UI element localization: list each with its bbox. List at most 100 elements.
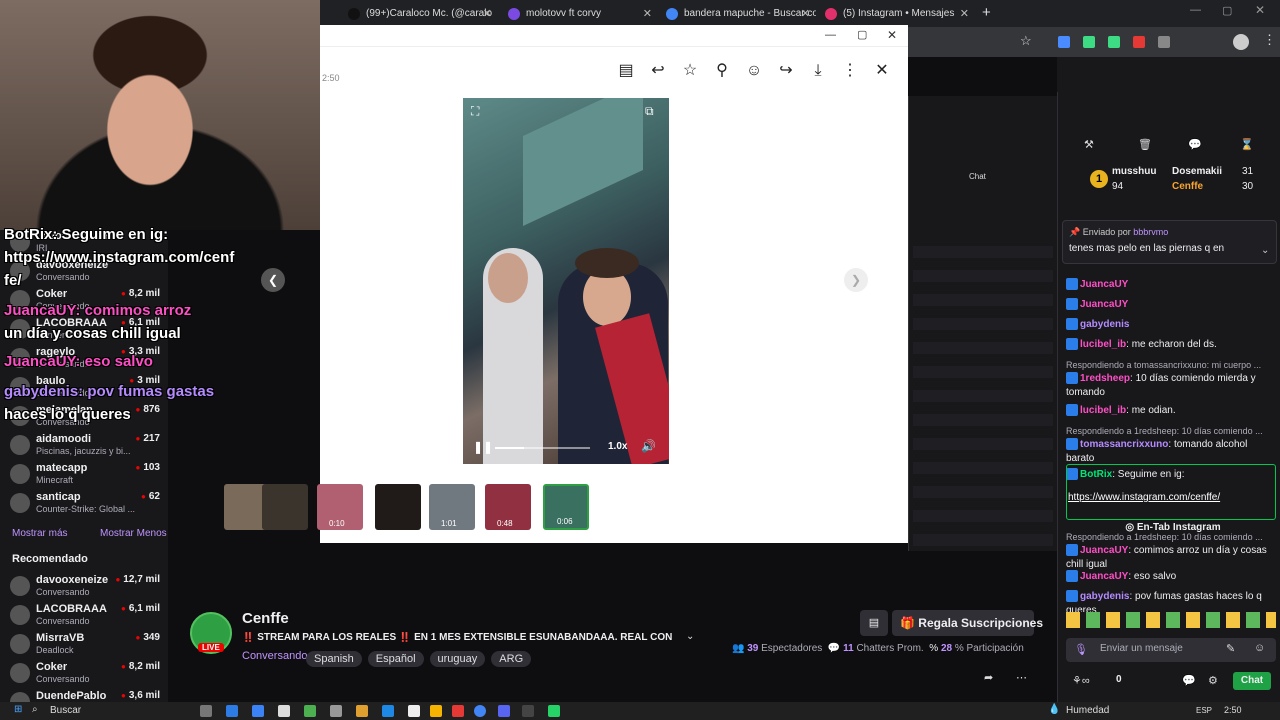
star-icon[interactable]: ☆ (1020, 33, 1032, 49)
settings-icon[interactable]: ⚙ (1208, 674, 1218, 687)
chat-message[interactable]: JuancaUY (1066, 278, 1276, 292)
volume-icon[interactable]: 🔊 (641, 439, 656, 453)
sidebar-channel[interactable]: santicapCounter-Strike: Global ... 62 (0, 489, 168, 518)
app-icon[interactable] (278, 705, 290, 717)
chat-message[interactable]: lucibel_ib: me odian. (1066, 404, 1276, 418)
hammer-icon[interactable]: ⚒ (1084, 138, 1094, 151)
app-icon[interactable] (522, 705, 534, 717)
new-tab-button[interactable]: + (982, 4, 991, 21)
media-thumbnail[interactable] (262, 484, 308, 530)
taskbar-search[interactable]: Buscar (50, 705, 81, 716)
gift-subscriptions-button[interactable]: 🎁 Regala Suscripciones (892, 610, 1043, 636)
extension-icon[interactable] (1108, 36, 1120, 48)
fullscreen-icon[interactable]: ⛶ (471, 104, 479, 119)
stream-category[interactable]: Conversando (242, 650, 307, 662)
reply-icon[interactable]: ↩ (648, 61, 668, 81)
chat-bubble-icon[interactable]: 💬 (1188, 138, 1202, 151)
chat-message[interactable]: 1redsheep: 10 días comiendo mierda y tom… (1066, 372, 1276, 400)
channel-points-icon[interactable]: ⚘∞ (1072, 674, 1090, 687)
clock[interactable]: 2:50 (1224, 705, 1242, 715)
search-icon[interactable]: ⌕ (32, 704, 38, 715)
app-icon[interactable] (452, 705, 464, 717)
next-media-button[interactable]: ❯ (844, 268, 868, 292)
playback-speed[interactable]: 1.0x (608, 441, 627, 452)
share-icon[interactable]: ➦ (984, 671, 993, 684)
weather-label[interactable]: Humedad (1066, 705, 1109, 716)
close-tab-icon[interactable]: ✕ (643, 3, 652, 25)
browser-icon[interactable] (252, 705, 264, 717)
browser-tab[interactable]: (99+)Caraloco Mc. (@caralo ✕ (340, 3, 498, 25)
chat-username[interactable]: gabydenis (1080, 319, 1129, 330)
kebab-menu-icon[interactable]: ⋮ (1263, 32, 1276, 48)
emoji-icon[interactable]: ☺ (744, 61, 764, 81)
trash-icon[interactable]: 🗑 (1138, 138, 1152, 151)
en-tab-instagram-button[interactable]: ◎ En-Tab Instagram (1088, 514, 1258, 542)
video-player[interactable]: ⛶ ⧉ ❚❚ 1.0x 🔊 (463, 98, 669, 464)
sidebar-channel[interactable]: LACOBRAAAConversando 6,1 mil (0, 601, 168, 630)
close-tab-icon[interactable]: ✕ (801, 3, 810, 25)
close-window-button[interactable]: ✕ (1255, 3, 1265, 17)
chat-username[interactable]: lucibel_ib (1080, 405, 1126, 416)
chat-username[interactable]: JuancaUY (1080, 299, 1128, 310)
chat-username[interactable]: JuancaUY (1080, 571, 1128, 582)
caption-icon[interactable]: ▤ (616, 61, 636, 81)
channel-name[interactable]: Cenffe (242, 610, 289, 627)
chat-message[interactable]: lucibel_ib: me echaron del ds. (1066, 338, 1276, 352)
app-icon[interactable] (226, 705, 238, 717)
previous-media-button[interactable]: ❮ (261, 268, 285, 292)
chat-username[interactable]: lucibel_ib (1080, 339, 1126, 350)
app-icon[interactable] (382, 705, 394, 717)
extension-icon[interactable] (1058, 36, 1070, 48)
media-thumbnail[interactable]: 0:06 (543, 484, 589, 530)
star-icon[interactable]: ☆ (680, 61, 700, 81)
progress-bar[interactable] (495, 447, 590, 449)
picture-in-picture-icon[interactable]: ⧉ (645, 104, 654, 119)
close-tab-icon[interactable]: ✕ (483, 3, 492, 25)
emote-row[interactable] (1066, 612, 1276, 628)
close-popup-button[interactable]: ✕ (887, 28, 897, 42)
pin-icon[interactable]: ⚲ (712, 61, 732, 81)
windows-start-icon[interactable]: ⊞ (14, 704, 22, 715)
chat-username[interactable]: gabydenis (1080, 591, 1129, 602)
profile-avatar[interactable] (1233, 34, 1249, 50)
pinned-message[interactable]: 📌 Enviado por bbbrvmo tenes mas pelo en … (1062, 220, 1277, 264)
show-less-link[interactable]: Mostrar Menos (100, 528, 167, 539)
more-options-icon[interactable]: ⋮ (840, 61, 860, 81)
chat-message[interactable]: JuancaUY (1066, 298, 1276, 312)
extension-icon[interactable] (1083, 36, 1095, 48)
media-thumbnail[interactable]: 0:48 (485, 484, 531, 530)
sidebar-channel[interactable]: matecappMinecraft 103 (0, 460, 168, 489)
close-viewer-icon[interactable]: ✕ (872, 61, 892, 81)
sidebar-channel[interactable]: CokerConversando 8,2 mil (0, 659, 168, 688)
sidebar-channel[interactable]: aidamoodiPiscinas, jacuzzis y bi... 217 (0, 431, 168, 460)
sidebar-channel[interactable]: davooxeneizeConversando 12,7 mil (0, 572, 168, 601)
browser-tab[interactable]: bandera mapuche - Buscar con ✕ (658, 3, 816, 25)
browser-tab[interactable]: (5) Instagram • Mensajes ✕ (817, 3, 975, 25)
chat-username[interactable]: JuancaUY (1080, 545, 1128, 556)
media-thumbnail[interactable]: 0:10 (317, 484, 363, 530)
close-tab-icon[interactable]: ✕ (960, 3, 969, 25)
chat-message[interactable]: gabydenis (1066, 318, 1276, 332)
app-icon[interactable] (304, 705, 316, 717)
app-icon[interactable] (330, 705, 342, 717)
chat-username[interactable]: tomassancrixxuno (1080, 439, 1168, 450)
maximize-popup-button[interactable]: ▢ (857, 28, 867, 41)
whatsapp-icon[interactable] (548, 705, 560, 717)
minimize-window-button[interactable]: — (1190, 4, 1201, 16)
stream-tag[interactable]: uruguay (429, 651, 486, 667)
discord-icon[interactable] (498, 705, 510, 717)
stream-tag[interactable]: ARG (491, 651, 532, 667)
extension-icon[interactable] (1133, 36, 1145, 48)
pause-icon[interactable]: ❚❚ (473, 440, 493, 454)
chat-bubble-icon[interactable]: 💬 (1182, 674, 1196, 687)
maximize-window-button[interactable]: ▢ (1222, 4, 1232, 17)
forward-icon[interactable]: ↪ (776, 61, 796, 81)
show-more-link[interactable]: Mostrar más (12, 528, 68, 539)
media-thumbnail[interactable] (375, 484, 421, 530)
chat-message[interactable]: tomassancrixxuno: tomando alcohol barato (1066, 438, 1276, 466)
sidebar-channel[interactable]: MisrraVBDeadlock 349 (0, 630, 168, 659)
stream-tag[interactable]: Español (367, 651, 424, 667)
puzzle-icon[interactable] (1158, 36, 1170, 48)
chevron-down-icon[interactable]: ⌄ (1261, 245, 1269, 256)
media-thumbnail[interactable]: 1:01 (429, 484, 475, 530)
